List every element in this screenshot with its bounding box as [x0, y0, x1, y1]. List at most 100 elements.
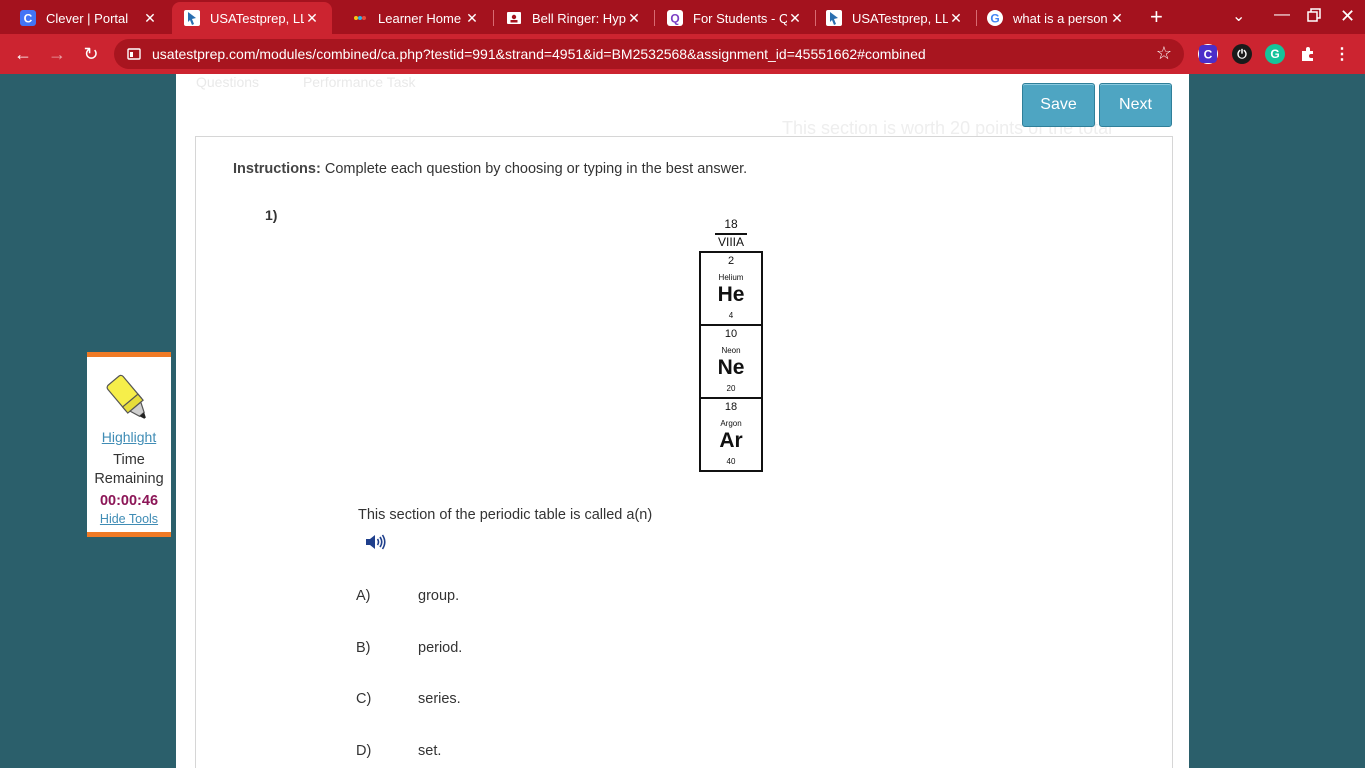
group-number: 18 — [724, 217, 738, 231]
atomic-mass: 4 — [728, 311, 734, 320]
speaker-icon[interactable] — [364, 532, 386, 552]
question-number: 1) — [265, 207, 278, 223]
clever-icon: C — [20, 10, 36, 26]
tab-quizizz[interactable]: Q For Students - Q ✕ — [655, 4, 815, 32]
atomic-number: 2 — [727, 255, 735, 267]
tab-google-search[interactable]: G what is a person ✕ — [977, 4, 1137, 32]
bookmark-star-icon[interactable]: ☆ — [1156, 43, 1172, 64]
next-button[interactable]: Next — [1099, 83, 1172, 127]
close-tab-icon[interactable]: ✕ — [464, 10, 480, 27]
close-window-icon[interactable]: ✕ — [1340, 6, 1355, 27]
url-text: usatestprep.com/modules/combined/ca.php?… — [152, 46, 926, 62]
tab-title: Clever | Portal — [46, 10, 129, 26]
choice-text: group. — [418, 588, 460, 604]
google-icon: G — [987, 10, 1003, 26]
element-name: Argon — [720, 419, 742, 428]
close-tab-icon[interactable]: ✕ — [1109, 10, 1125, 27]
question-panel: Instructions: Complete each question by … — [195, 136, 1173, 768]
element-name: Neon — [721, 346, 741, 355]
close-tab-icon[interactable]: ✕ — [787, 10, 803, 27]
power-extension-icon[interactable]: ⏻ — [1232, 44, 1252, 64]
instructions-text: Complete each question by choosing or ty… — [320, 161, 748, 177]
element-cells: 2 Helium He 4 10 Neon Ne 20 18 Argon Ar … — [699, 251, 763, 472]
tab-usatestprep-2[interactable]: USATestprep, LLC ✕ — [816, 4, 976, 32]
close-tab-icon[interactable]: ✕ — [142, 10, 158, 27]
browser-toolbar: ← → ↻ usatestprep.com/modules/combined/c… — [0, 34, 1365, 74]
forward-icon[interactable]: → — [45, 42, 69, 66]
element-symbol: Ar — [719, 429, 743, 452]
clever-extension-icon[interactable]: C — [1198, 44, 1218, 64]
tab-title: Bell Ringer: Hype — [532, 10, 626, 26]
choice-text: set. — [418, 743, 442, 759]
hide-tools-link[interactable]: Hide Tools — [87, 512, 171, 526]
restore-icon[interactable] — [1307, 8, 1321, 27]
svg-text:Q: Q — [670, 12, 679, 26]
time-remaining-label: Time Remaining — [94, 452, 164, 487]
element-cell-argon: 18 Argon Ar 40 — [701, 399, 761, 470]
menu-kebab-icon[interactable]: ⋮ — [1332, 44, 1352, 64]
element-cell-helium: 2 Helium He 4 — [701, 253, 761, 326]
classroom-icon — [506, 10, 522, 26]
minimize-icon[interactable]: — — [1274, 6, 1290, 24]
site-info-icon[interactable] — [126, 46, 142, 62]
svg-text:G: G — [990, 12, 999, 26]
periodic-table-column: 18 VIIIA 2 Helium He 4 10 Neon Ne 20 18 — [699, 217, 763, 472]
section-tabs: Questions Performance Task — [196, 74, 456, 90]
atomic-mass: 40 — [726, 457, 736, 466]
choice-label: D) — [356, 743, 372, 759]
countdown-timer: 00:00:46 — [99, 493, 159, 509]
tab-strip: C Clever | Portal ✕ USATestprep, LLC ✕ L… — [0, 0, 1365, 34]
save-button[interactable]: Save — [1022, 83, 1095, 127]
highlighter-icon[interactable] — [99, 371, 159, 427]
learner-icon — [352, 10, 368, 26]
test-page: Questions Performance Task This section … — [176, 74, 1189, 768]
address-bar[interactable]: usatestprep.com/modules/combined/ca.php?… — [114, 39, 1184, 69]
instructions: Instructions: Complete each question by … — [233, 161, 747, 177]
instructions-label: Instructions: — [233, 161, 321, 177]
answer-choice-c[interactable]: C) series. — [356, 691, 461, 707]
tools-panel: Highlight Time Remaining 00:00:46 Hide T… — [87, 352, 171, 537]
question-text: This section of the periodic table is ca… — [358, 507, 653, 523]
tab-title: USATestprep, LLC — [210, 10, 304, 26]
tab-performance-task[interactable]: Performance Task — [303, 74, 416, 90]
answer-choice-b[interactable]: B) period. — [356, 640, 462, 656]
extensions-puzzle-icon[interactable] — [1298, 44, 1318, 64]
atomic-number: 10 — [724, 328, 738, 340]
tab-questions[interactable]: Questions — [196, 74, 259, 90]
tab-title: Learner Home — [378, 10, 462, 26]
choice-text: period. — [418, 640, 463, 656]
tab-clever[interactable]: C Clever | Portal ✕ — [0, 4, 170, 32]
choice-label: C) — [356, 691, 372, 707]
choice-text: series. — [418, 691, 461, 707]
back-icon[interactable]: ← — [11, 42, 35, 66]
quizizz-icon: Q — [667, 10, 683, 26]
element-cell-neon: 10 Neon Ne 20 — [701, 326, 761, 399]
answer-choice-a[interactable]: A) group. — [356, 588, 459, 604]
close-tab-icon[interactable]: ✕ — [626, 10, 642, 27]
tab-usatestprep-active[interactable]: USATestprep, LLC ✕ — [172, 2, 332, 34]
group-roman: VIIIA — [715, 233, 747, 249]
svg-text:C: C — [1204, 48, 1213, 62]
usatestprep-icon — [826, 10, 842, 26]
answer-choice-d[interactable]: D) set. — [356, 743, 441, 759]
choice-label: A) — [356, 588, 371, 604]
tab-learner-home[interactable]: Learner Home ✕ — [332, 4, 492, 32]
element-symbol: Ne — [717, 356, 745, 379]
tab-title: USATestprep, LLC — [852, 10, 948, 26]
tab-bell-ringer[interactable]: Bell Ringer: Hype ✕ — [494, 4, 654, 32]
grammarly-icon[interactable]: G — [1265, 44, 1285, 64]
group-header: 18 VIIIA — [699, 217, 763, 249]
element-name: Helium — [718, 273, 744, 282]
atomic-number: 18 — [724, 401, 738, 413]
tab-title: For Students - Q — [693, 10, 787, 26]
tab-title: what is a person — [1013, 10, 1108, 26]
close-tab-icon[interactable]: ✕ — [948, 10, 964, 27]
highlight-link[interactable]: Highlight — [87, 429, 171, 445]
tab-search-icon[interactable]: ⌄ — [1232, 6, 1245, 26]
reload-icon[interactable]: ↻ — [79, 42, 103, 66]
atomic-mass: 20 — [726, 384, 736, 393]
choice-label: B) — [356, 640, 371, 656]
usatestprep-icon — [184, 10, 200, 26]
close-tab-icon[interactable]: ✕ — [304, 10, 320, 27]
new-tab-button[interactable]: + — [1150, 6, 1163, 28]
